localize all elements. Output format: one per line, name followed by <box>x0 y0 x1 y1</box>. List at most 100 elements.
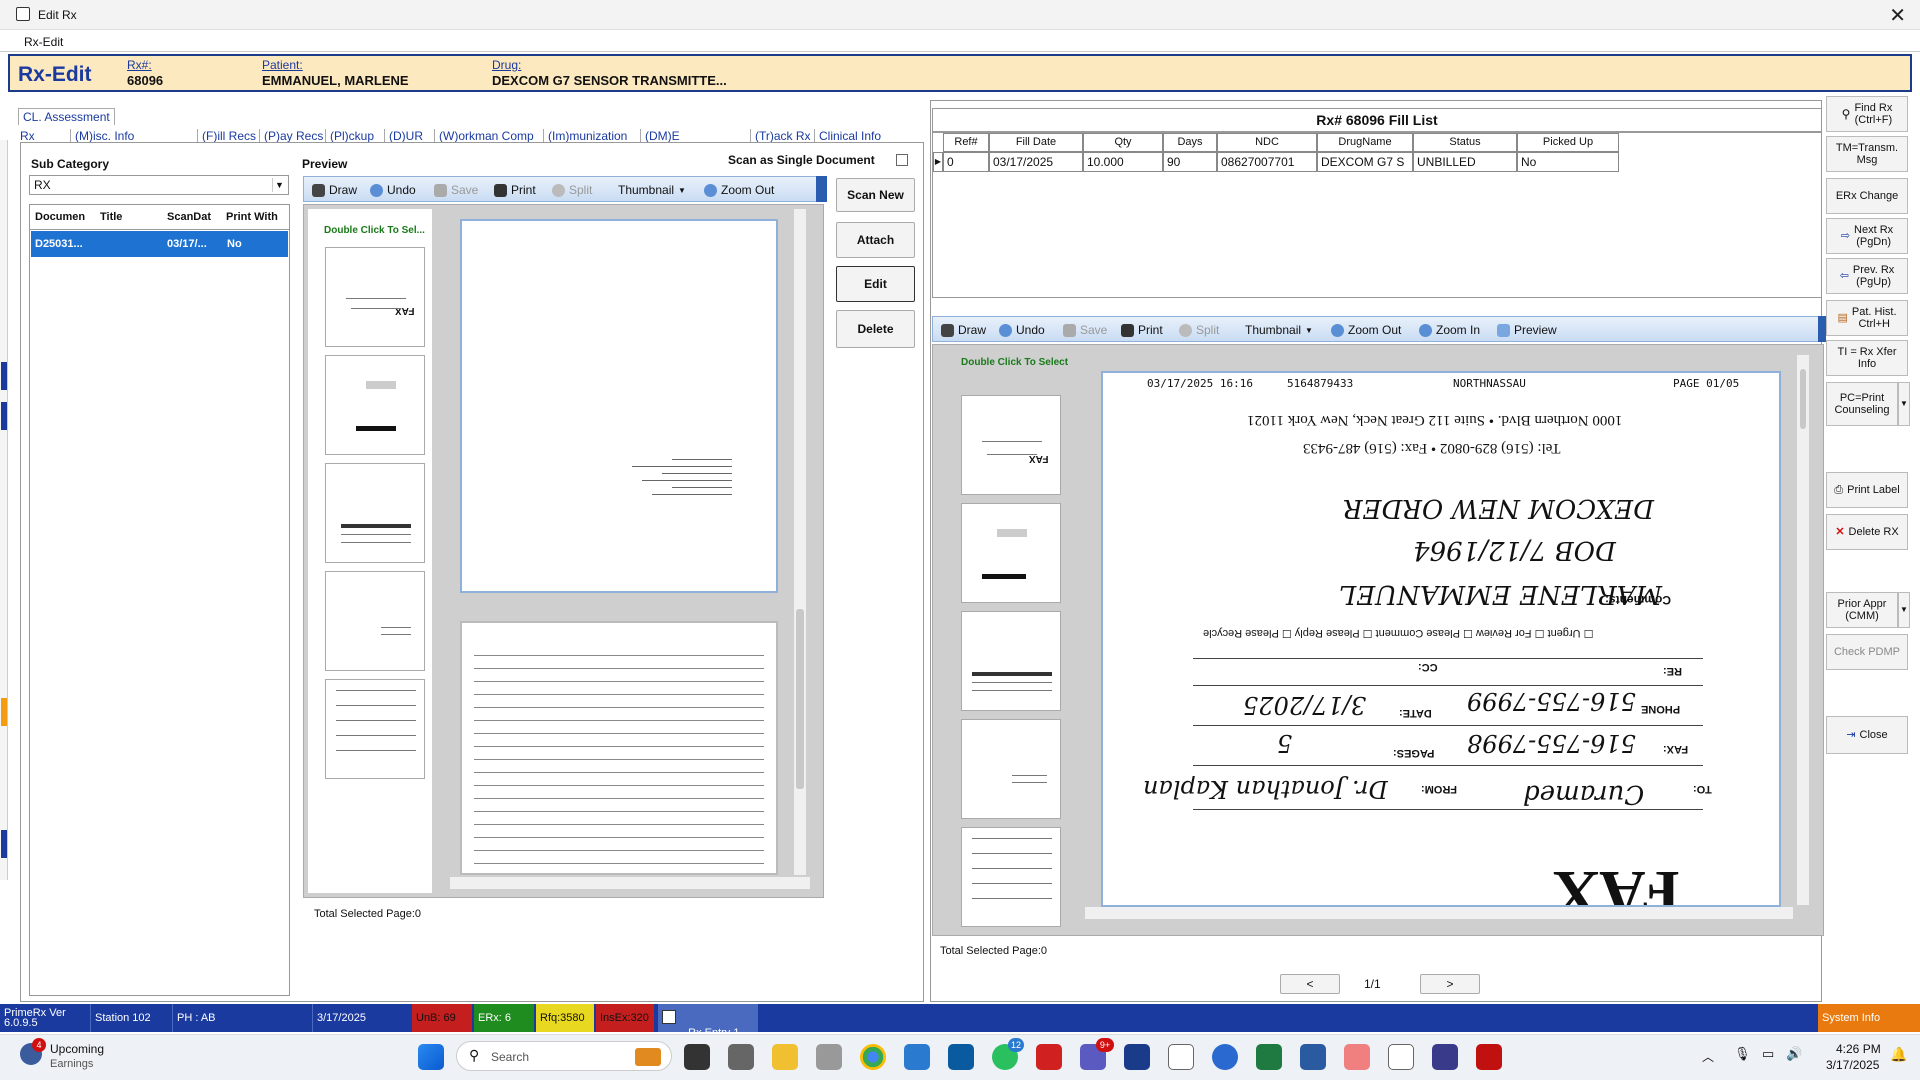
weather-title[interactable]: Upcoming <box>50 1042 104 1056</box>
preview-button[interactable]: Preview <box>1497 323 1557 337</box>
clock-time[interactable]: 4:26 PM <box>1836 1042 1881 1056</box>
app-q-icon[interactable] <box>1432 1044 1458 1070</box>
widgets-icon[interactable] <box>728 1044 754 1070</box>
page-thumbnail[interactable] <box>325 355 425 455</box>
vertical-scrollbar[interactable] <box>794 209 806 875</box>
page-thumbnail[interactable]: FAX <box>325 247 425 347</box>
patient-history-button[interactable]: ▤ Pat. Hist. Ctrl+H <box>1826 300 1908 336</box>
notes-icon[interactable] <box>1124 1044 1150 1070</box>
task-view-icon[interactable] <box>684 1044 710 1070</box>
prior-approval-dropdown-icon[interactable]: ▼ <box>1898 592 1910 628</box>
horizontal-scrollbar[interactable] <box>450 877 810 889</box>
page-thumbnail[interactable] <box>325 463 425 563</box>
erx-change-button[interactable]: ERx Change <box>1826 178 1908 214</box>
excel-icon[interactable] <box>1256 1044 1282 1070</box>
tab-workman-comp[interactable]: (W)orkman Comp <box>434 129 534 143</box>
rx-entry-status[interactable]: Rx Entry 1 (NEW) <box>658 1004 758 1049</box>
delete-rx-button[interactable]: ✕ Delete RX <box>1826 514 1908 550</box>
col-status[interactable]: Status <box>1413 133 1517 152</box>
tab-cl-assessment[interactable]: CL. Assessment <box>18 108 115 125</box>
insurance-exception-status[interactable]: InsEx:320 <box>596 1004 654 1032</box>
prior-approval-button[interactable]: Prior Appr (CMM) <box>1826 592 1898 628</box>
primerx-2-icon[interactable] <box>1388 1044 1414 1070</box>
check-pdmp-button[interactable]: Check PDMP <box>1826 634 1908 670</box>
col-ref[interactable]: Ref# <box>943 133 989 152</box>
fax-page-view[interactable]: 03/17/2025 16:16 5164879433 NORTHNASSAU … <box>1101 371 1781 907</box>
tab-fill-recs[interactable]: (F)ill Recs <box>197 129 256 143</box>
draw-button[interactable]: Draw <box>941 323 986 337</box>
menu-rx-edit[interactable]: Rx-Edit <box>24 35 63 49</box>
close-button[interactable]: ⇥ Close <box>1826 716 1908 754</box>
primerx-icon[interactable] <box>1168 1044 1194 1070</box>
page-thumbnail[interactable] <box>961 503 1061 603</box>
undo-button[interactable]: Undo <box>999 323 1045 337</box>
volume-icon[interactable]: 🔊 <box>1786 1046 1802 1062</box>
tab-dme[interactable]: (DM)E <box>640 129 680 143</box>
col-fill-date[interactable]: Fill Date <box>989 133 1083 152</box>
scan-single-checkbox[interactable] <box>896 154 908 166</box>
vertical-scrollbar[interactable] <box>1797 355 1809 905</box>
fax-app-icon[interactable] <box>1344 1044 1370 1070</box>
refill-queue-status[interactable]: Rfq:3580 <box>536 1004 594 1032</box>
subcategory-select[interactable]: RX ▼ <box>29 175 289 195</box>
tab-pay-recs[interactable]: (P)ay Recs <box>259 129 323 143</box>
page-thumbnail[interactable] <box>961 719 1061 819</box>
zoom-out-button[interactable]: Zoom Out <box>1331 323 1401 337</box>
erx-status[interactable]: ERx: 6 <box>474 1004 534 1032</box>
document-row[interactable]: D25031... 03/17/... No <box>31 231 288 257</box>
unbilled-status[interactable]: UnB: 69 <box>412 1004 472 1032</box>
save-button[interactable]: Save <box>1063 323 1107 337</box>
zoom-icon[interactable] <box>1212 1044 1238 1070</box>
tab-immunization[interactable]: (Im)munization <box>543 129 627 143</box>
next-page-button[interactable]: > <box>1420 974 1480 994</box>
draw-button[interactable]: Draw <box>312 183 357 197</box>
zoom-in-button[interactable]: Zoom In <box>1419 323 1480 337</box>
find-rx-button[interactable]: ⚲ Find Rx (Ctrl+F) <box>1826 96 1908 132</box>
chevron-down-icon[interactable]: ▼ <box>272 178 286 192</box>
file-explorer-icon[interactable] <box>772 1044 798 1070</box>
undo-button[interactable]: Undo <box>370 183 416 197</box>
counseling-dropdown-icon[interactable]: ▼ <box>1898 382 1910 426</box>
save-button[interactable]: Save <box>434 183 478 197</box>
tab-pickup[interactable]: (Pl)ckup <box>325 129 374 143</box>
preview-page-2[interactable] <box>460 621 778 875</box>
col-ndc[interactable]: NDC <box>1217 133 1317 152</box>
scan-new-button[interactable]: Scan New <box>836 178 915 212</box>
thumbnail-dropdown[interactable]: Thumbnail ▼ <box>618 183 686 197</box>
page-thumbnail[interactable] <box>325 571 425 671</box>
tab-rx[interactable]: Rx <box>20 129 35 143</box>
col-qty[interactable]: Qty <box>1083 133 1163 152</box>
delete-button[interactable]: Delete <box>836 310 915 348</box>
col-days[interactable]: Days <box>1163 133 1217 152</box>
print-button[interactable]: Print <box>1121 323 1163 337</box>
edit-button[interactable]: Edit <box>836 266 915 302</box>
col-document[interactable]: Documen <box>35 211 85 223</box>
security-icon[interactable] <box>1036 1044 1062 1070</box>
rx-transfer-info-button[interactable]: TI = Rx Xfer Info <box>1826 340 1908 376</box>
word-icon[interactable] <box>1300 1044 1326 1070</box>
page-thumbnail[interactable] <box>961 611 1061 711</box>
print-counseling-button[interactable]: PC=Print Counseling <box>1826 382 1898 426</box>
col-scandate[interactable]: ScanDat <box>167 211 211 223</box>
chrome-icon[interactable] <box>860 1044 886 1070</box>
app-r-icon[interactable] <box>904 1044 930 1070</box>
tab-dur[interactable]: (D)UR <box>384 129 423 143</box>
page-thumbnail[interactable] <box>961 827 1061 927</box>
calculator-icon[interactable] <box>816 1044 842 1070</box>
print-label-button[interactable]: ⎙ Print Label <box>1826 472 1908 508</box>
clock-date[interactable]: 3/17/2025 <box>1826 1058 1879 1072</box>
bell-icon[interactable]: 🔔 <box>1890 1046 1907 1063</box>
next-rx-button[interactable]: ⇨ Next Rx (PgDn) <box>1826 218 1908 254</box>
close-window-icon[interactable]: ✕ <box>1889 3 1906 28</box>
microphone-icon[interactable]: 🎙 <box>1734 1046 1751 1062</box>
toolbar-overflow[interactable] <box>816 176 827 202</box>
col-drug-name[interactable]: DrugName <box>1317 133 1413 152</box>
search-box[interactable]: ⚲ Search <box>456 1041 672 1071</box>
prev-page-button[interactable]: < <box>1280 974 1340 994</box>
horizontal-scrollbar[interactable] <box>1085 907 1793 919</box>
col-title[interactable]: Title <box>100 211 122 223</box>
page-thumbnail[interactable] <box>325 679 425 779</box>
tab-clinical-info[interactable]: Clinical Info <box>814 129 881 143</box>
page-thumbnail[interactable]: FAX <box>961 395 1061 495</box>
start-icon[interactable] <box>418 1044 444 1070</box>
